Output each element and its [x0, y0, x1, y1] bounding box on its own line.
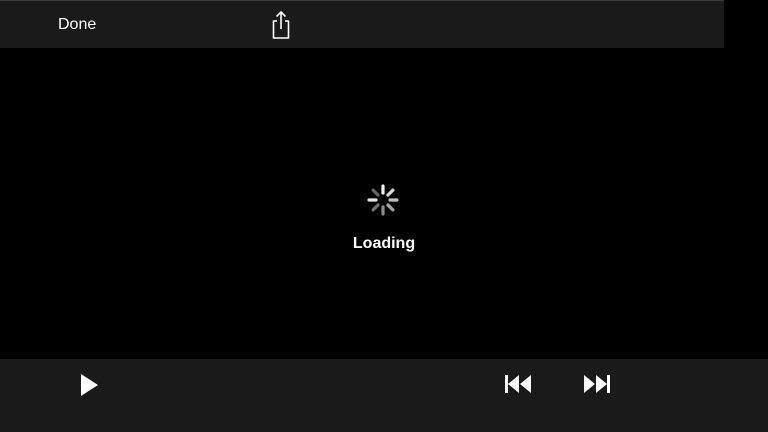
play-icon: [81, 374, 98, 396]
play-button[interactable]: [78, 372, 100, 398]
video-player-screen: Done Loading: [0, 0, 768, 432]
share-button[interactable]: [270, 10, 292, 40]
top-toolbar: Done: [0, 0, 724, 48]
skip-forward-button[interactable]: [583, 374, 611, 394]
skip-back-button[interactable]: [504, 374, 532, 394]
loading-spinner-icon: [367, 184, 399, 216]
loading-label: Loading: [352, 235, 416, 252]
share-icon: [272, 11, 290, 39]
done-button[interactable]: Done: [58, 15, 96, 35]
skip-forward-icon: [584, 375, 610, 393]
playback-controls-bar: [0, 359, 768, 432]
top-bar-gap: [724, 0, 768, 48]
skip-back-icon: [505, 375, 531, 393]
